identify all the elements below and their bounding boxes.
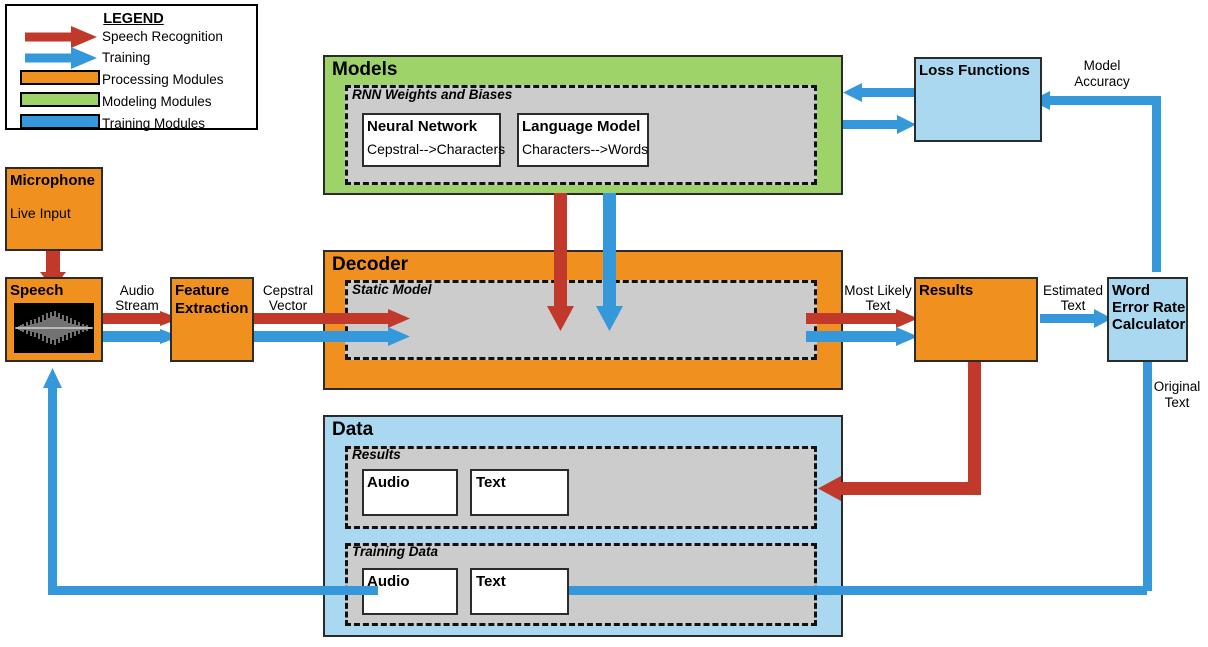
training-data-panel-title: Training Data: [352, 544, 439, 559]
legend-panel: LEGEND Speech Recognition Training Proce…: [5, 4, 258, 131]
feature-extraction-title2: Extraction: [175, 300, 249, 317]
label-most-likely-text-line2: Text: [865, 298, 891, 313]
legend-label-training-modules: Training Modules: [102, 116, 206, 131]
label-original-text-line1: Original: [1153, 379, 1201, 394]
wer-title-1: Word: [1112, 282, 1151, 299]
label-audio-stream-line2: Stream: [115, 298, 159, 313]
results-text-title: Text: [476, 474, 506, 491]
arrow-speech-to-feature-blue: [101, 329, 180, 344]
rnn-weights-panel-title: RNN Weights and Biases: [352, 87, 513, 102]
arrow-wer-to-loss-model-accuracy: [1031, 91, 1161, 272]
data-results-panel-title: Results: [352, 447, 401, 462]
decoder-group-title: Decoder: [332, 254, 409, 275]
legend-swatch-training: [20, 114, 100, 129]
legend-swatch-processing: [20, 70, 100, 85]
results-module-title: Results: [919, 282, 974, 299]
label-audio-stream-line1: Audio: [119, 283, 155, 298]
neural-network-title: Neural Network: [367, 118, 478, 135]
waveform-icon: [14, 303, 94, 353]
results-audio-title: Audio: [367, 474, 410, 491]
label-estimated-text-line2: Text: [1060, 298, 1086, 313]
neural-network-text: Cepstral-->Characters: [367, 141, 506, 157]
label-estimated-text-line1: Estimated: [1042, 283, 1104, 298]
language-model-title: Language Model: [522, 118, 641, 135]
language-model-text: Characters-->Words: [522, 141, 649, 157]
label-cepstral-vector-line1: Cepstral: [262, 283, 314, 298]
label-model-accuracy-line1: Model: [1083, 58, 1121, 73]
feature-extraction-title: Feature: [175, 282, 230, 299]
label-original-text-line2: Text: [1164, 395, 1190, 410]
legend-label-training: Training: [102, 50, 151, 65]
speech-title: Speech: [10, 282, 64, 299]
microphone-title: Microphone: [10, 172, 95, 189]
static-model-panel-title: Static Model: [352, 282, 432, 297]
label-model-accuracy-line2: Accuracy: [1074, 74, 1130, 89]
microphone-text: Live Input: [10, 205, 71, 221]
training-text-title: Text: [476, 573, 506, 590]
legend-label-speech-recognition: Speech Recognition: [102, 29, 223, 44]
wer-title-3: Calculator: [1112, 316, 1186, 333]
legend-label-processing-modules: Processing Modules: [102, 72, 224, 87]
arrow-loss-to-models: [843, 83, 916, 102]
label-cepstral-vector-line2: Vector: [268, 298, 308, 313]
label-most-likely-text-line1: Most Likely: [844, 283, 912, 298]
models-group-title: Models: [332, 59, 398, 80]
data-group-title: Data: [332, 419, 374, 440]
legend-label-modeling-modules: Modeling Modules: [102, 94, 212, 109]
arrow-models-to-loss: [843, 115, 916, 134]
wer-title-2: Error Rate: [1112, 299, 1186, 316]
training-audio-title: Audio: [367, 573, 410, 590]
loss-functions-title: Loss Functions: [919, 62, 1030, 79]
diagram-canvas: LEGEND Speech Recognition Training Proce…: [0, 0, 1208, 647]
legend-swatch-modeling: [20, 92, 100, 107]
